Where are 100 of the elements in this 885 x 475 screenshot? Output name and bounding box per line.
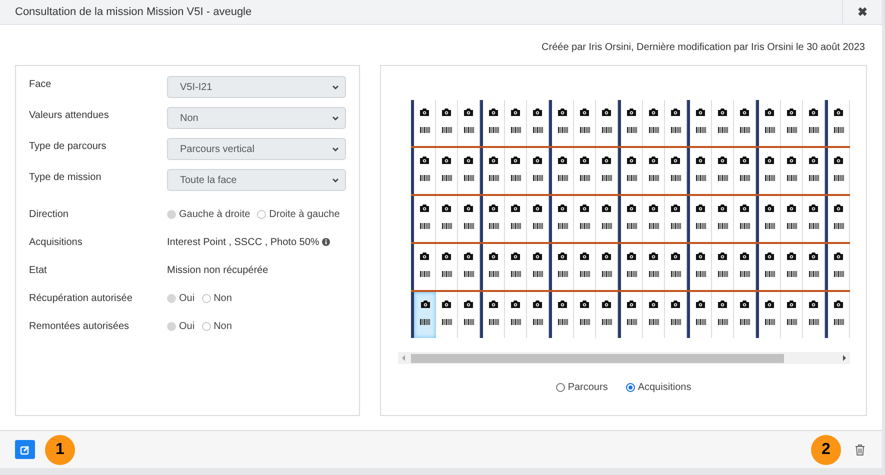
camera-icon	[809, 204, 818, 212]
barcode-icon	[488, 271, 498, 277]
barcode-icon	[626, 271, 636, 277]
camera-icon	[627, 252, 636, 260]
camera-icon	[740, 204, 749, 212]
barcode-icon	[718, 175, 728, 181]
camera-icon	[602, 156, 611, 164]
barcode-icon	[808, 175, 818, 181]
radio-label: Non	[214, 292, 232, 306]
barcode-icon	[834, 175, 844, 181]
field-label: Valeurs attendues	[29, 109, 110, 123]
barcode-icon	[626, 223, 636, 229]
scrollbar-thumb[interactable]	[411, 354, 784, 362]
barcode-icon	[764, 127, 774, 133]
camera-icon	[464, 156, 473, 164]
barcode-icon	[602, 319, 612, 325]
camera-icon	[740, 300, 749, 308]
barcode-icon	[602, 271, 612, 277]
barcode-icon	[808, 319, 818, 325]
camera-icon	[442, 252, 451, 260]
barcode-icon	[464, 271, 474, 277]
camera-icon	[765, 252, 774, 260]
barcode-icon	[718, 319, 728, 325]
camera-icon	[696, 204, 705, 212]
barcode-icon	[670, 175, 680, 181]
radio-button[interactable]	[202, 294, 211, 302]
barcode-icon	[602, 175, 612, 181]
camera-icon	[627, 108, 636, 116]
barcode-icon	[558, 175, 568, 181]
dropdown[interactable]: Parcours vertical	[167, 138, 346, 160]
camera-icon	[740, 108, 749, 116]
camera-icon	[718, 300, 727, 308]
field-label: Etat	[29, 264, 48, 278]
barcode-icon	[442, 127, 452, 133]
barcode-icon	[532, 175, 542, 181]
camera-icon	[696, 108, 705, 116]
barcode-icon	[834, 127, 844, 133]
barcode-icon	[532, 271, 542, 277]
camera-icon	[442, 156, 451, 164]
horizontal-scrollbar[interactable]	[398, 352, 850, 364]
camera-icon	[489, 108, 498, 116]
barcode-icon	[696, 127, 706, 133]
radio-button[interactable]	[202, 322, 211, 330]
dropdown[interactable]: V5I-I21	[167, 76, 346, 98]
barcode-icon	[670, 223, 680, 229]
dropdown[interactable]: Non	[167, 107, 346, 129]
trash-icon	[855, 444, 865, 456]
edit-icon	[20, 444, 30, 454]
camera-icon	[718, 156, 727, 164]
camera-icon	[602, 108, 611, 116]
barcode-icon	[670, 127, 680, 133]
camera-icon	[533, 108, 542, 116]
barcode-icon	[764, 223, 774, 229]
barcode-icon	[786, 175, 796, 181]
close-button[interactable]: ✖	[842, 0, 882, 24]
camera-icon	[580, 300, 589, 308]
camera-icon	[533, 156, 542, 164]
camera-icon	[580, 156, 589, 164]
radio-button[interactable]	[626, 383, 635, 392]
camera-icon	[787, 252, 796, 260]
barcode-icon	[834, 271, 844, 277]
step-badge: 2	[811, 434, 841, 464]
scroll-right-icon[interactable]	[841, 355, 847, 361]
barcode-icon	[740, 175, 750, 181]
grid-cell[interactable]	[414, 292, 436, 338]
camera-icon	[420, 204, 429, 212]
barcode-icon	[808, 127, 818, 133]
camera-icon	[420, 300, 430, 308]
camera-icon	[511, 156, 520, 164]
barcode-icon	[420, 175, 430, 181]
barcode-icon	[696, 319, 706, 325]
delete-button[interactable]	[853, 442, 867, 458]
modification-info: Créée par Iris Orsini, Dernière modification par Iris Orsini le 30 août 2023	[542, 40, 866, 54]
barcode-icon	[464, 319, 474, 325]
camera-icon	[671, 204, 680, 212]
camera-icon	[420, 156, 429, 164]
dropdown[interactable]: Toute la face	[167, 169, 346, 191]
barcode-icon	[488, 319, 498, 325]
camera-icon	[558, 252, 567, 260]
barcode-icon	[558, 271, 568, 277]
camera-icon	[787, 204, 796, 212]
barcode-icon	[764, 319, 774, 325]
barcode-icon	[558, 127, 568, 133]
camera-icon	[671, 300, 680, 308]
camera-icon	[511, 300, 520, 308]
barcode-icon	[696, 175, 706, 181]
camera-icon	[464, 204, 473, 212]
barcode-icon	[488, 175, 498, 181]
edit-button[interactable]	[15, 440, 35, 459]
camera-icon	[649, 156, 658, 164]
camera-icon	[464, 108, 473, 116]
barcode-icon	[488, 223, 498, 229]
radio-button[interactable]	[556, 383, 565, 392]
radio-button[interactable]	[257, 210, 266, 218]
camera-icon	[765, 108, 774, 116]
barcode-icon	[602, 127, 612, 133]
barcode-icon	[420, 223, 430, 229]
camera-icon	[558, 156, 567, 164]
camera-icon	[420, 108, 429, 116]
camera-icon	[718, 108, 727, 116]
